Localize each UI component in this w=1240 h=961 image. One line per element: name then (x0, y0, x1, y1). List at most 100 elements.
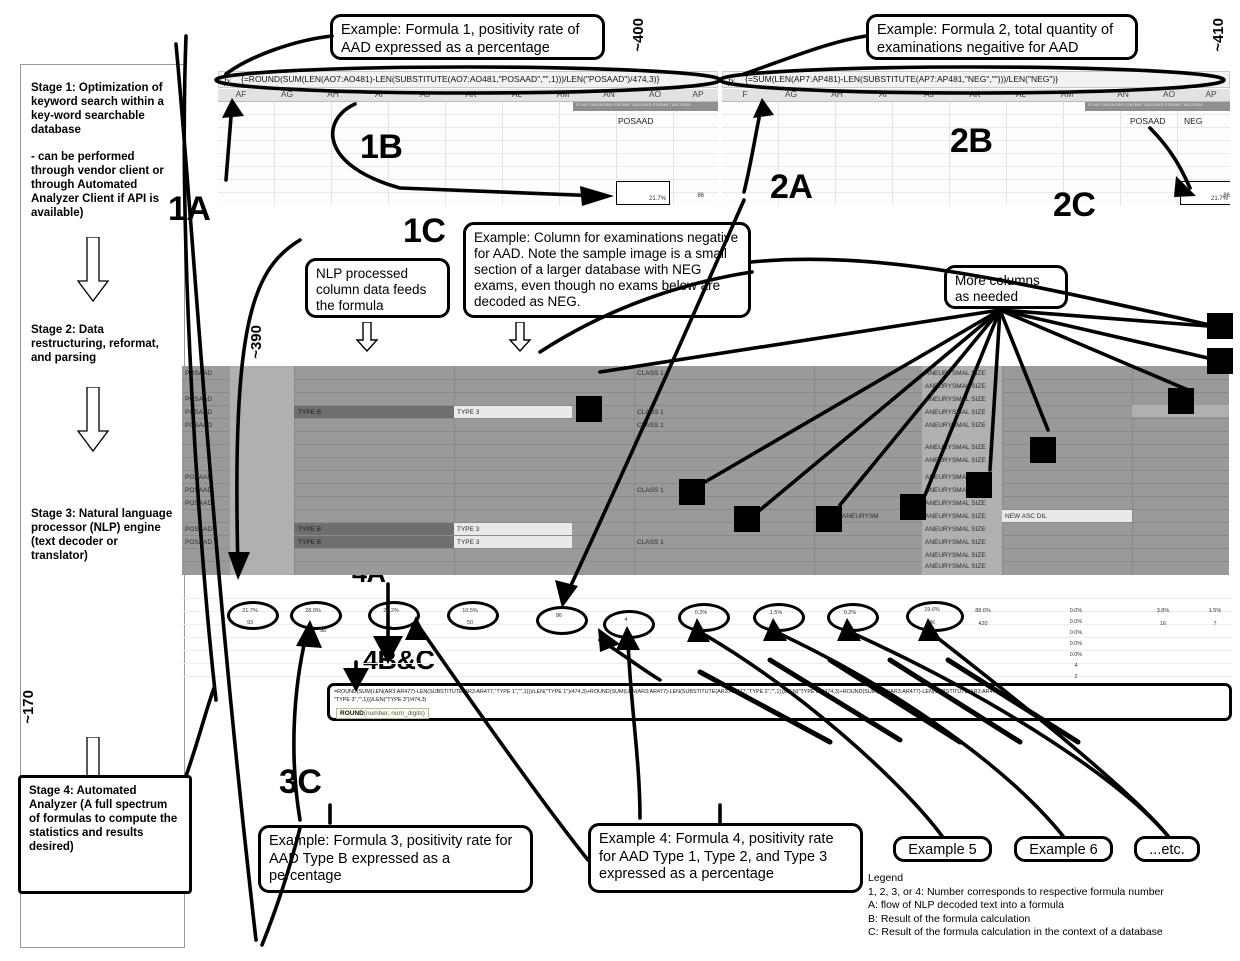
annotation-square (900, 494, 926, 520)
annotation-square (576, 396, 602, 422)
result-oval[interactable] (678, 603, 730, 632)
sheet-2-dark-header: STUDY DIAGNOSIS STATMNT DECODED STATMNT … (1085, 102, 1230, 111)
marker-2a: 2A (770, 168, 813, 206)
grid-cell-posaad[interactable]: POSAAD (185, 486, 212, 495)
grid-cell-aneurysmal-size[interactable]: ANEURYSMAL SIZE (925, 499, 986, 508)
grid-cell-new-asc-dil[interactable]: NEW ASC DIL (1005, 512, 1047, 521)
grid-cell-aneurysmal-size[interactable]: ANEURYSMAL SIZE (925, 538, 986, 547)
grid-cell-aneurysmal-size[interactable]: ANEURYSMAL SIZE (925, 512, 986, 521)
result-count-1: 86 (697, 193, 704, 199)
result-oval-value: 10.5% (462, 608, 478, 614)
stage-1-note: - can be performed through vendor client… (31, 151, 164, 219)
col-AP[interactable]: AP (678, 89, 718, 99)
grid-cell-aneurysmal-size[interactable]: ANEURYSMAL SIZE (925, 369, 986, 378)
col-AG[interactable]: AG (768, 89, 814, 99)
result-oval[interactable] (290, 601, 342, 630)
callout-example-6: Example 6 (1014, 836, 1113, 862)
feed-arrow-1-icon (355, 322, 379, 352)
col-AF[interactable]: AF (218, 89, 264, 99)
result-oval[interactable] (906, 601, 964, 632)
result-oval-value: 4 (624, 617, 628, 623)
callout-more-columns-text: More columns as needed (955, 273, 1040, 304)
result-oval-sub: 1 (389, 626, 393, 632)
grid-cell-class-1[interactable]: CLASS 1 (637, 421, 664, 430)
grid-cell-type-3[interactable]: TYPE 3 (457, 538, 479, 547)
grid-cell-class-1[interactable]: CLASS 1 (637, 408, 664, 417)
grid-cell-aneurysm[interactable]: ANEURYSM (842, 512, 879, 521)
col-AO[interactable]: AO (632, 89, 678, 99)
sheet-2-cell-neg[interactable]: NEG (1184, 116, 1202, 126)
col-AM[interactable]: AM (540, 89, 586, 99)
grid-cell-aneurysmal-size[interactable]: ANEURYSMAL SIZE (925, 408, 986, 417)
sheet-1-cell-posaad[interactable]: POSAAD (618, 116, 653, 126)
col-AH[interactable]: AH (310, 89, 356, 99)
col-AG[interactable]: AG (264, 89, 310, 99)
result-oval-value: 26.2% (383, 608, 399, 614)
grid-cell-type-b[interactable]: TYPE B (298, 525, 321, 534)
grid-cell-aneurysmal-size[interactable]: ANEURYSMAL SIZE (925, 525, 986, 534)
sheet-2-cell-posaad[interactable]: POSAAD (1130, 116, 1165, 126)
col-AN[interactable]: AN (1100, 89, 1146, 99)
result-oval[interactable] (827, 603, 879, 632)
grid-cell-posaad[interactable]: POSAAD (185, 538, 212, 547)
grid-cell-aneurysmal-size[interactable]: ANEURYSMAL SIZE (925, 421, 986, 430)
result-oval[interactable] (753, 603, 805, 632)
database-grid[interactable]: POSAAD POSAAD POSAAD POSAAD POSAAD POSAA… (182, 366, 1229, 575)
col-AJ[interactable]: AJ (906, 89, 952, 99)
grid-cell-posaad[interactable]: POSAAD (185, 395, 212, 404)
grid-cell-aneurysmal-size[interactable]: ANEURYSMAL SIZE (925, 395, 986, 404)
grid-cell-posaad[interactable]: POSAAD (185, 369, 212, 378)
grid-cell-type-3[interactable]: TYPE 3 (457, 408, 479, 417)
grid-cell-type-3[interactable]: TYPE 3 (457, 525, 479, 534)
callout-formula-4: Example 4: Formula 4, positivity rate fo… (588, 823, 863, 893)
ref-number-400: ~400 (630, 18, 647, 52)
grid-cell-posaad[interactable]: POSAAD (185, 473, 212, 482)
col-AJ[interactable]: AJ (402, 89, 448, 99)
col-AN[interactable]: AN (586, 89, 632, 99)
grid-cell-aneurysmal-size[interactable]: ANEURYSMAL SIZE (925, 382, 986, 391)
spreadsheet-panel-left[interactable]: fx {=ROUND(SUM(LEN(AO7:AO481)-LEN(SUBSTI… (218, 71, 718, 205)
col-AP[interactable]: AP (1192, 89, 1230, 99)
result-plain: 0.0% (1069, 641, 1083, 647)
result-cell-box-1[interactable]: 21.7% (616, 181, 670, 205)
col-AK[interactable]: AK (448, 89, 494, 99)
col-AI[interactable]: AI (860, 89, 906, 99)
grid-cell-class-1[interactable]: CLASS 1 (637, 369, 664, 378)
col-AO[interactable]: AO (1146, 89, 1192, 99)
formula-bar-1[interactable]: fx {=ROUND(SUM(LEN(AO7:AO481)-LEN(SUBSTI… (218, 71, 718, 88)
grid-cell-aneurysmal-size[interactable]: ANEURYSMAL SIZE (925, 443, 986, 452)
col-F[interactable]: F (722, 89, 768, 99)
callout-nlp-feed-text: NLP processed column data feeds the form… (316, 266, 427, 313)
col-AM[interactable]: AM (1044, 89, 1090, 99)
ref-number-390: ~390 (248, 325, 265, 359)
grid-cell-posaad[interactable]: POSAAD (185, 421, 212, 430)
result-oval-value: 19.6% (924, 607, 940, 613)
result-oval[interactable] (603, 610, 655, 639)
annotation-square (1207, 348, 1233, 374)
formula-bar-2[interactable]: fx {=SUM(LEN(AP7:AP481)-LEN(SUBSTITUTE(A… (722, 71, 1230, 88)
col-AL[interactable]: AL (494, 89, 540, 99)
stage-1-title: Stage 1: Optimization of keyword search … (31, 82, 164, 136)
grid-cell-class-1[interactable]: CLASS 1 (637, 538, 664, 547)
result-oval[interactable] (536, 606, 588, 635)
grid-cell-posaad[interactable]: POSAAD (185, 408, 212, 417)
grid-cell-aneurysmal-size[interactable]: ANEURYSMAL SIZE (925, 456, 986, 465)
marker-2c: 2C (1053, 186, 1096, 224)
col-AK[interactable]: AK (952, 89, 998, 99)
grid-cell-type-b[interactable]: TYPE B (298, 408, 321, 417)
result-plain: 0.0% (1069, 608, 1083, 614)
annotation-square (1168, 388, 1194, 414)
ref-number-410: ~410 (1210, 18, 1227, 52)
grid-cell-class-1[interactable]: CLASS 1 (637, 486, 664, 495)
grid-cell-aneurysmal-size[interactable]: ANEURYSMAL SIZE (925, 562, 986, 571)
col-AL[interactable]: AL (998, 89, 1044, 99)
col-AH[interactable]: AH (814, 89, 860, 99)
formula-editor-box[interactable]: =ROUND(SUM(LEN(AR3:AR477)-LEN(SUBSTITUTE… (327, 683, 1232, 721)
col-AI[interactable]: AI (356, 89, 402, 99)
grid-cell-posaad[interactable]: POSAAD (185, 499, 212, 508)
grid-cell-aneurysmal-size[interactable]: ANEURYSMAL SIZE (925, 551, 986, 560)
formula-editor-line-2: "TYPE 3","",1)))/LEN("TYPE 3")/474,3) (334, 697, 427, 703)
grid-cell-type-b[interactable]: TYPE B (298, 538, 321, 547)
ink-leader-callout2 (742, 34, 868, 76)
grid-cell-posaad[interactable]: POSAAD (185, 525, 212, 534)
